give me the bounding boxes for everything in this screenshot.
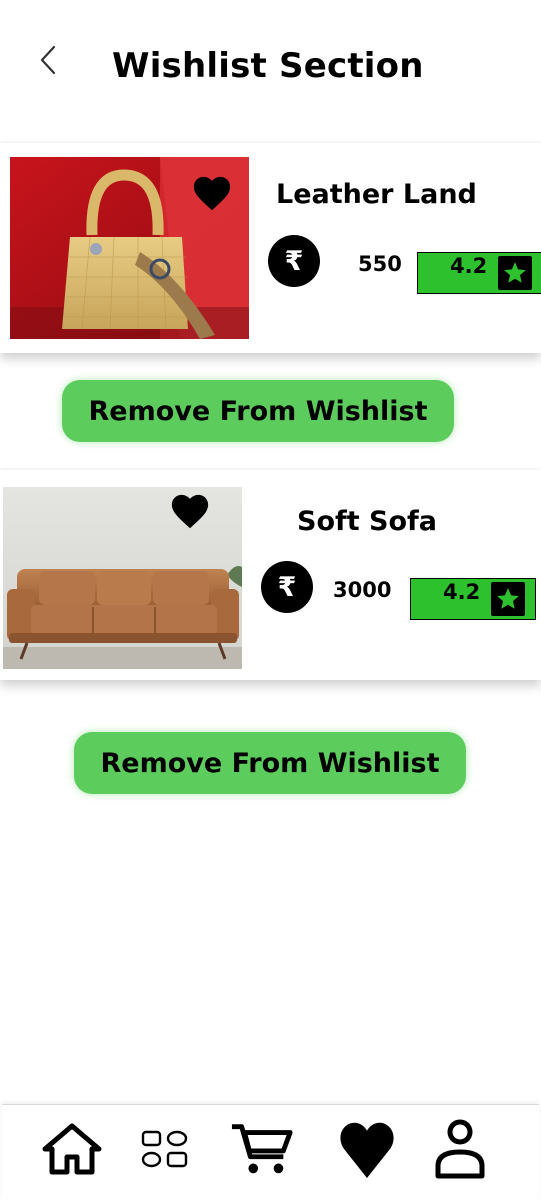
nav-home[interactable]: [40, 1115, 104, 1183]
rating-value: 4.2: [450, 254, 488, 278]
rating-value: 4.2: [443, 580, 481, 604]
remove-from-wishlist-button[interactable]: Remove From Wishlist: [62, 380, 454, 442]
product-name[interactable]: Leather Land: [276, 179, 477, 210]
product-price: 550: [358, 252, 402, 276]
wishlist-card: Soft Sofa ₹ 3000 4.2: [0, 470, 541, 680]
nav-categories[interactable]: [133, 1115, 197, 1183]
favorite-heart-icon[interactable]: [169, 492, 211, 530]
favorite-heart-icon[interactable]: [191, 174, 233, 212]
back-button[interactable]: [30, 40, 66, 80]
categories-icon: [141, 1130, 188, 1168]
wishlist-card: Leather Land ₹ 550 4.2: [0, 143, 541, 353]
home-icon: [42, 1123, 102, 1175]
star-icon: [491, 582, 525, 616]
rupee-icon: ₹: [261, 561, 313, 613]
page-title: Wishlist Section: [112, 46, 424, 86]
rating-badge: 4.2: [417, 252, 541, 294]
remove-from-wishlist-button[interactable]: Remove From Wishlist: [74, 732, 466, 794]
nav-cart[interactable]: [230, 1115, 294, 1183]
profile-icon: [435, 1119, 485, 1179]
star-icon: [498, 256, 532, 290]
rupee-icon: ₹: [268, 235, 320, 287]
nav-wishlist[interactable]: [335, 1115, 399, 1183]
bottom-navigation: [2, 1104, 539, 1200]
product-price: 3000: [333, 578, 392, 602]
rating-badge: 4.2: [410, 578, 536, 620]
product-name[interactable]: Soft Sofa: [297, 506, 437, 537]
nav-profile[interactable]: [428, 1115, 492, 1183]
chevron-left-icon: [40, 45, 56, 75]
cart-icon: [231, 1124, 293, 1174]
header: Wishlist Section: [0, 0, 541, 130]
heart-icon: [340, 1122, 394, 1178]
